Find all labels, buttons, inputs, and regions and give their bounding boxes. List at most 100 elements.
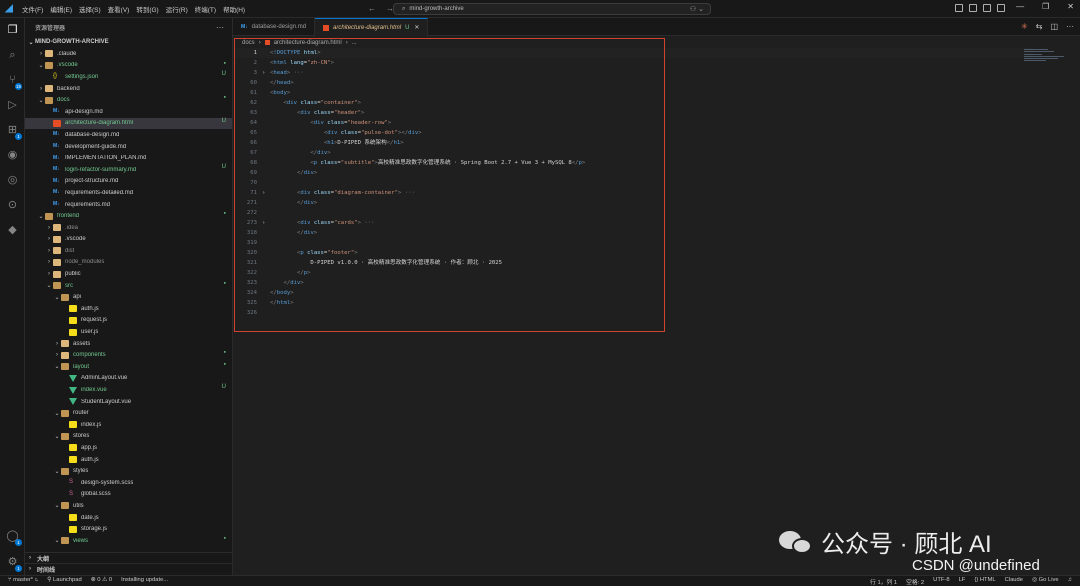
language-mode[interactable]: {} HTML	[974, 577, 995, 586]
code-line[interactable]: 272	[233, 208, 1033, 218]
split-editor-icon[interactable]: ◫	[1050, 22, 1058, 31]
menu-terminal[interactable]: 终端(T)	[195, 4, 216, 14]
file-item[interactable]: storage.js	[25, 523, 232, 535]
search-icon[interactable]: ⌕	[6, 49, 19, 62]
file-item[interactable]: index.js	[25, 419, 232, 431]
file-item[interactable]: M↓ development-guide.md	[25, 141, 232, 153]
remote-icon[interactable]: ⊙	[6, 199, 19, 212]
file-item[interactable]: M↓ login-refactor-summary.md U	[25, 164, 232, 176]
code-line[interactable]: 273 › <div class="cards"> ···	[233, 218, 1033, 228]
file-item[interactable]: request.js	[25, 315, 232, 327]
menu-edit[interactable]: 编辑(E)	[50, 4, 72, 14]
folder-item[interactable]: ⌄ utils	[25, 500, 232, 512]
folder-item[interactable]: › dist	[25, 245, 232, 257]
code-line[interactable]: 66 <h1>D-PIPED 系统架构</h1>	[233, 138, 1033, 148]
close-tab-icon[interactable]: ✕	[414, 24, 419, 31]
folder-item[interactable]: ⌄ stores	[25, 431, 232, 443]
folder-item[interactable]: › components ●	[25, 349, 232, 361]
folder-item[interactable]: ⌄ layout ●	[25, 361, 232, 373]
menu-selection[interactable]: 选择(S)	[79, 4, 101, 14]
code-line[interactable]: 271 </div>	[233, 198, 1033, 208]
outline-section[interactable]: › 大纲	[25, 552, 233, 563]
timeline-section[interactable]: › 时间线	[25, 563, 233, 574]
code-line[interactable]: 69 </div>	[233, 168, 1033, 178]
file-item[interactable]: user.js	[25, 326, 232, 338]
file-item[interactable]: AdminLayout.vue	[25, 373, 232, 385]
file-item[interactable]: date.js	[25, 512, 232, 524]
problems-status[interactable]: ⊗ 0 ⚠ 0	[91, 577, 112, 583]
fold-chevron-icon[interactable]: ›	[262, 188, 265, 198]
code-line[interactable]: 60 </head>	[233, 78, 1033, 88]
code-line[interactable]: 1 <!DOCTYPE html>	[233, 48, 1033, 58]
folder-item[interactable]: ⌄ router	[25, 407, 232, 419]
settings-icon[interactable]: ⚙ 1	[6, 556, 22, 572]
tab-architecture-diagram[interactable]: architecture-diagram.html U ✕	[315, 18, 429, 36]
file-item[interactable]: index.vue U	[25, 384, 232, 396]
source-control-icon[interactable]: ⑂ 15	[6, 74, 22, 90]
code-line[interactable]: 3 › <head> ···	[233, 68, 1033, 78]
toggle-editor-icon[interactable]	[969, 4, 977, 12]
breadcrumb-item[interactable]: architecture-diagram.html	[274, 40, 342, 46]
menu-file[interactable]: 文件(F)	[22, 4, 43, 14]
code-line[interactable]: 63 <div class="header">	[233, 108, 1033, 118]
code-line[interactable]: 70	[233, 178, 1033, 188]
file-item[interactable]: auth.js	[25, 303, 232, 315]
folder-item[interactable]: ⌄ .vscode ●	[25, 60, 232, 72]
folder-item[interactable]: ⌄ src ●	[25, 280, 232, 292]
file-item[interactable]: M↓ requirements-detailed.md	[25, 187, 232, 199]
toggle-panel-icon[interactable]	[983, 4, 991, 12]
folder-item[interactable]: › .claude	[25, 48, 232, 60]
code-line[interactable]: 62 <div class="container">	[233, 98, 1033, 108]
file-item[interactable]: Sdesign-system.scss	[25, 477, 232, 489]
file-item[interactable]: M↓ project-structure.md	[25, 176, 232, 188]
folder-item[interactable]: ⌄ frontend ●	[25, 210, 232, 222]
menu-help[interactable]: 帮助(H)	[223, 4, 245, 14]
close-icon[interactable]: ✕	[1067, 2, 1074, 11]
folder-item[interactable]: › assets	[25, 338, 232, 350]
claude-icon[interactable]: ✳	[1021, 22, 1028, 31]
code-line[interactable]: 319	[233, 238, 1033, 248]
folder-item[interactable]: › public	[25, 268, 232, 280]
more-actions-icon[interactable]: ···	[216, 23, 224, 32]
file-item[interactable]: M↓ IMPLEMENTATION_PLAN.md	[25, 152, 232, 164]
claude-status[interactable]: Claude	[1005, 577, 1023, 586]
file-item[interactable]: architecture-diagram.html U	[25, 117, 232, 130]
compare-icon[interactable]: ⇆	[1036, 22, 1043, 31]
explorer-icon[interactable]: ❐	[6, 24, 19, 37]
minimap[interactable]	[1024, 48, 1068, 72]
account-icon[interactable]: ◯ 1	[6, 530, 22, 546]
file-item[interactable]: M↓ requirements.md	[25, 199, 232, 211]
code-line[interactable]: 325 </html>	[233, 298, 1033, 308]
folder-item[interactable]: › .vscode	[25, 234, 232, 246]
code-line[interactable]: 318 </div>	[233, 228, 1033, 238]
folder-item[interactable]: ⌄ views ●	[25, 535, 232, 547]
folder-item[interactable]: ⌄ api	[25, 291, 232, 303]
more-actions-icon[interactable]: ···	[1066, 22, 1074, 31]
minimize-icon[interactable]: —	[1016, 2, 1024, 11]
github-icon[interactable]: ◉	[6, 149, 19, 162]
command-center-search[interactable]: ⌕ mind-growth-archive ⚇ ⌄	[393, 3, 711, 15]
code-line[interactable]: 322 </p>	[233, 268, 1033, 278]
toggle-secondary-sidebar-icon[interactable]	[997, 4, 1005, 12]
code-line[interactable]: 67 </div>	[233, 148, 1033, 158]
code-line[interactable]: 2 <html lang="zh-CN">	[233, 58, 1033, 68]
fold-chevron-icon[interactable]: ›	[262, 218, 265, 228]
workspace-root[interactable]: ⌄ MIND-GROWTH-ARCHIVE	[25, 36, 232, 48]
code-editor[interactable]: 1 <!DOCTYPE html> 2 <html lang="zh-CN"> 3 › <h…	[233, 48, 1033, 328]
extensions-icon[interactable]: ⊞ 1	[6, 124, 22, 140]
menu-view[interactable]: 查看(V)	[108, 4, 130, 14]
indentation-status[interactable]: 空格: 2	[906, 577, 924, 586]
breadcrumb-item[interactable]: docs	[242, 40, 255, 46]
folder-item[interactable]: ⌄ docs ●	[25, 94, 232, 106]
file-item[interactable]: {} settings.json U	[25, 71, 232, 83]
code-line[interactable]: 323 </div>	[233, 278, 1033, 288]
folder-item[interactable]: › .idea	[25, 222, 232, 234]
file-item[interactable]: M↓ database-design.md	[25, 129, 232, 141]
code-line[interactable]: 68 <p class="subtitle">高校精准思政数字化管理系统 · S…	[233, 158, 1033, 168]
code-line[interactable]: 321 D-PIPED v1.0.0 · 高校精准思政数字化管理系统 · 作者：…	[233, 258, 1033, 268]
tab-database-design[interactable]: M↓ database-design.md	[233, 18, 316, 36]
cursor-position[interactable]: 行 1，列 1	[870, 577, 897, 586]
gitlens-icon[interactable]: ◎	[6, 174, 19, 187]
breadcrumb-item[interactable]: ...	[352, 40, 357, 46]
code-line[interactable]: 71 › <div class="diagram-container"> ···	[233, 188, 1033, 198]
